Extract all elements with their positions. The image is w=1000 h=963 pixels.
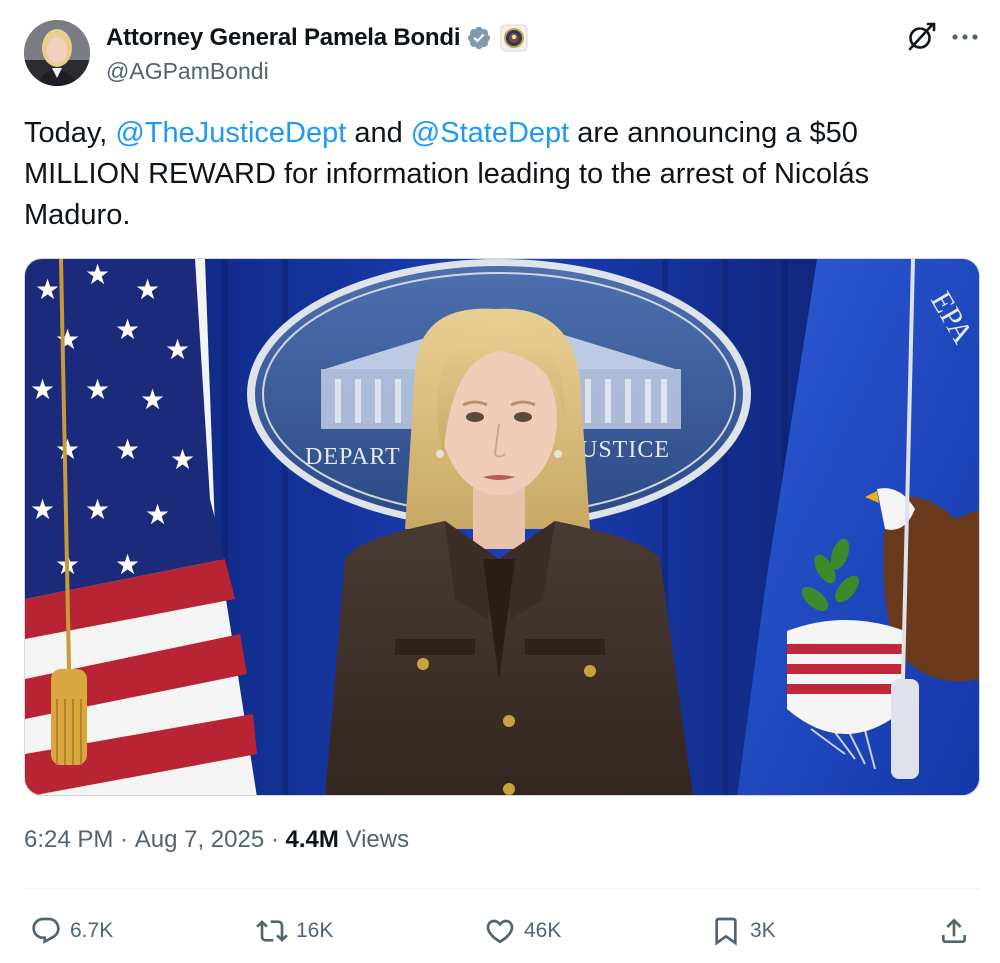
tweet-time[interactable]: 6:24 PM <box>24 826 113 854</box>
repost-button[interactable]: 16K <box>256 908 333 954</box>
svg-text:★: ★ <box>35 273 60 306</box>
share-icon <box>942 918 966 943</box>
display-name-row: Attorney General Pamela Bondi <box>106 23 528 53</box>
svg-text:★: ★ <box>140 383 165 416</box>
like-button[interactable]: 46K <box>484 908 561 954</box>
svg-text:★: ★ <box>30 373 55 406</box>
tweet-media-video[interactable]: DEPART USTICE ★ ★ ★ ★ ★ ★ ★ ★ ★ ★ ★ ★ ★ … <box>24 258 980 796</box>
heart-icon <box>486 919 514 944</box>
svg-text:★: ★ <box>145 498 170 531</box>
svg-text:★: ★ <box>135 273 160 306</box>
grok-icon[interactable] <box>904 20 938 54</box>
reply-count: 6.7K <box>70 919 114 942</box>
svg-text:★: ★ <box>55 323 80 356</box>
mention-link-justice-dept[interactable]: @TheJusticeDept <box>115 117 346 149</box>
reply-icon <box>32 917 60 944</box>
seal-text-right: USTICE <box>580 437 670 463</box>
views-count: 4.4M <box>285 826 339 853</box>
share-button[interactable] <box>938 908 970 954</box>
divider <box>24 888 980 889</box>
mention-link-state-dept[interactable]: @StateDept <box>411 117 569 149</box>
repost-count: 16K <box>296 919 334 942</box>
display-name[interactable]: Attorney General Pamela Bondi <box>106 24 460 52</box>
svg-text:★: ★ <box>30 493 55 526</box>
svg-text:★: ★ <box>85 259 110 291</box>
more-options-icon[interactable] <box>948 20 982 54</box>
bookmark-button[interactable]: 3K <box>710 908 776 954</box>
svg-text:★: ★ <box>85 493 110 526</box>
meta-separator: · <box>113 826 135 853</box>
tweet-card: Attorney General Pamela Bondi @AGPamBond… <box>0 0 1000 963</box>
action-bar: 6.7K 16K 46K 3K <box>0 908 1000 956</box>
tweet-text-prefix: Today, <box>24 117 116 149</box>
repost-icon <box>256 920 288 942</box>
svg-text:★: ★ <box>115 313 140 346</box>
seal-text-left: DEPART <box>305 444 401 470</box>
tweet-date[interactable]: Aug 7, 2025 <box>135 826 264 854</box>
tweet-text-mid: and <box>346 117 411 149</box>
svg-text:★: ★ <box>165 333 190 366</box>
bookmark-icon <box>715 917 737 946</box>
tweet-meta: 6:24 PM · Aug 7, 2025 · 4.4M Views <box>24 826 409 854</box>
meta-separator: · <box>264 826 286 853</box>
tweet-text: Today, @TheJusticeDept and @StateDept ar… <box>24 113 954 236</box>
bookmark-count: 3K <box>750 919 776 942</box>
verified-badge-icon[interactable] <box>466 25 492 51</box>
svg-text:★: ★ <box>115 433 140 466</box>
svg-text:★: ★ <box>55 433 80 466</box>
svg-text:★: ★ <box>170 443 195 476</box>
avatar[interactable] <box>24 20 90 86</box>
svg-text:★: ★ <box>85 373 110 406</box>
reply-button[interactable]: 6.7K <box>30 908 113 954</box>
doj-seal-icon[interactable] <box>500 24 528 52</box>
author-handle[interactable]: @AGPamBondi <box>106 58 269 85</box>
like-count: 46K <box>524 919 562 942</box>
svg-text:★: ★ <box>115 548 140 581</box>
views-label: Views <box>338 826 410 853</box>
